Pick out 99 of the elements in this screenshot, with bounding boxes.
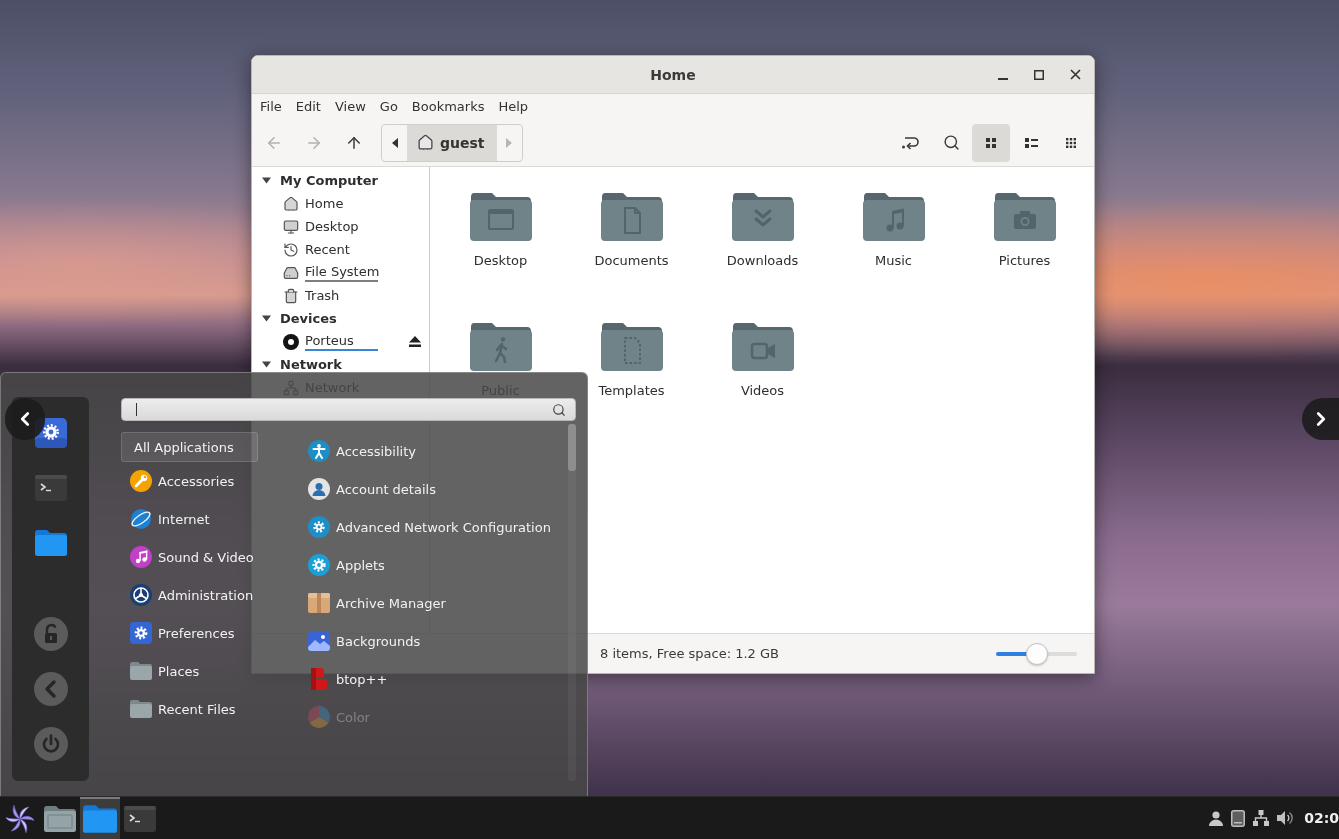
category-item[interactable]: Sound & Video [121,538,258,576]
triangle-left-icon [391,137,398,148]
trash-icon [283,287,299,304]
app-item[interactable]: Archive Manager [300,584,568,622]
sidebar-item[interactable]: Porteus [252,330,429,353]
home-icon [283,195,299,212]
music-note-icon [130,546,152,568]
sidebar-section-header[interactable]: Devices [252,307,429,330]
app-item[interactable]: btop++ [300,660,568,698]
app-item[interactable]: Backgrounds [300,622,568,660]
minimize-icon [998,78,1008,80]
wheel-icon [130,584,152,606]
folder-item[interactable]: Downloads [726,193,799,268]
search-icon [552,402,566,417]
folder-item[interactable]: Videos [731,323,794,398]
camera-folder-icon [993,193,1056,241]
folder-icon [83,805,117,833]
sidebar-item[interactable]: Home [252,192,429,215]
folder-icon [130,662,152,680]
app-item[interactable]: Account details [300,470,568,508]
taskbar-button[interactable] [80,797,120,839]
eject-icon[interactable] [409,336,421,347]
folder-item[interactable]: Documents [594,193,669,268]
globe-icon [130,508,152,530]
folder-icon[interactable] [34,530,67,556]
icon-view-button[interactable] [972,123,1010,162]
sidebar-item[interactable]: Desktop [252,215,429,238]
document-folder-icon [600,193,663,241]
drive-icon [283,264,299,281]
history-icon [283,241,299,258]
grid-icon [986,137,996,148]
sidebar-item[interactable]: File System [252,261,429,284]
volume-icon[interactable] [1277,810,1294,826]
person-folder-icon [469,323,532,371]
user-icon[interactable] [1209,810,1224,826]
menu-item[interactable]: File [253,97,289,116]
clock-text[interactable]: 02:0 [1304,810,1339,826]
app-item[interactable]: Advanced Network Configuration [300,508,568,546]
music-folder-icon [862,193,925,241]
scrollbar-thumb[interactable] [568,424,576,471]
disc-icon [283,333,299,350]
network-icon[interactable] [1253,810,1270,826]
category-item[interactable]: Administration [121,576,258,614]
gear-icon [308,516,330,538]
triangle-right-icon [506,137,512,148]
path-button[interactable]: guest [407,124,497,161]
folder-item[interactable]: Pictures [993,193,1056,268]
terminal-icon[interactable] [34,475,67,501]
menu-item[interactable]: Bookmarks [404,97,492,116]
category-item[interactable]: Preferences [121,614,258,652]
sidebar-item[interactable]: Recent [252,238,429,261]
video-folder-icon [731,323,794,371]
terminal-icon [124,806,156,832]
download-folder-icon [731,193,794,241]
folder-icon [130,700,152,718]
dots-grid-icon [1066,137,1076,148]
folder-item[interactable]: Music [862,193,925,268]
category-item[interactable]: Accessories [121,462,258,500]
monitor-icon [283,218,299,235]
search-icon [942,134,960,151]
search-field[interactable] [121,398,576,421]
maximize-icon [1034,69,1044,80]
app-item[interactable]: Accessibility [300,432,568,470]
gear-icon [130,622,152,644]
folder-item[interactable]: Desktop [469,193,532,268]
menu-item[interactable]: Help [491,97,536,116]
menu-item[interactable]: View [327,97,373,116]
slider-thumb[interactable] [1025,642,1048,665]
window-title: Home [650,66,696,83]
next-button[interactable] [1302,398,1339,440]
zoom-slider[interactable] [996,642,1077,665]
wrench-icon [130,470,152,492]
category-item[interactable]: Recent Files [121,690,258,728]
sidebar-section-header[interactable]: My Computer [252,169,429,192]
person-icon [308,440,330,462]
app-item[interactable]: Applets [300,546,568,584]
sidebar-item[interactable]: Trash [252,284,429,307]
status-text: 8 items, Free space: 1.2 GB [600,646,779,661]
gear-icon [308,554,330,576]
user-icon [308,478,330,500]
color-wheel-icon [308,706,330,728]
template-folder-icon [600,323,663,371]
pinwheel-icon [6,805,34,833]
box-icon [308,593,330,613]
menu-item[interactable]: Go [372,97,405,116]
home-icon [417,134,434,151]
folder-item[interactable]: Templates [598,323,665,398]
return-arrow-icon [902,135,920,150]
category-item[interactable]: Internet [121,500,258,538]
landscape-icon [308,631,330,651]
menu-item[interactable]: Edit [288,97,328,116]
close-icon [1069,69,1081,80]
folder-icon [44,806,76,832]
category-item[interactable]: Places [121,652,258,690]
stacked-blocks-icon [311,668,327,690]
drive-icon[interactable] [1231,809,1246,827]
list-icon [1024,137,1038,148]
window-folder-icon [469,193,532,241]
category-item[interactable]: All Applications [121,432,258,462]
